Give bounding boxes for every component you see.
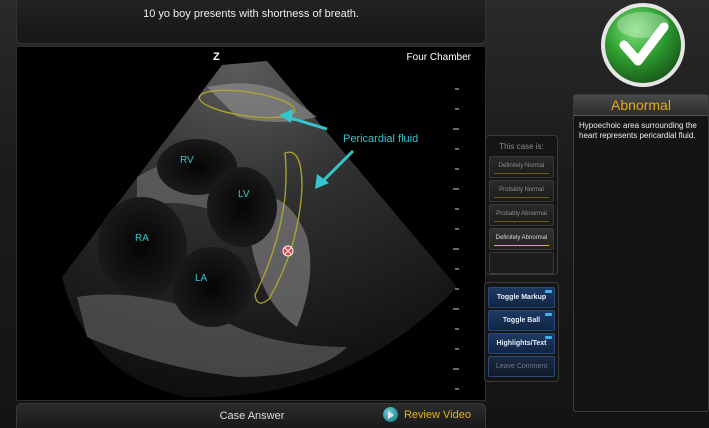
toggle-markup-indicator [545, 290, 552, 293]
toggle-ball-button[interactable]: Toggle Ball [488, 310, 555, 331]
probably-normal-button[interactable]: Probably Normal [489, 180, 554, 202]
echo-viewer[interactable]: Z Four Chamber RV LV RA LA Pericardial f… [16, 46, 486, 401]
toggle-ball-label: Toggle Ball [502, 317, 541, 324]
correct-check-icon [601, 3, 685, 87]
echo-image [62, 61, 459, 398]
callout-pericardial-fluid: Pericardial fluid [343, 133, 419, 145]
result-header: Abnormal [574, 95, 708, 116]
view-label: Four Chamber [406, 52, 471, 63]
case-prompt-bar: 10 yo boy presents with shortness of bre… [16, 0, 486, 44]
toggle-ball-indicator [545, 313, 552, 316]
probably-abnormal-label: Probably Abnormal [496, 211, 547, 217]
probably-normal-label: Probably Normal [499, 187, 544, 193]
tools-panel: Toggle Markup Toggle Ball Highlights/Tex… [484, 282, 559, 382]
play-icon [382, 407, 398, 422]
label-la: LA [195, 273, 208, 284]
empty-option-button [489, 252, 554, 274]
definitely-abnormal-button[interactable]: Definitely Abnormal [489, 228, 554, 250]
case-answer-bar: Case Answer Review Video [16, 403, 486, 428]
case-rating-title: This case is: [499, 142, 544, 151]
definitely-normal-label: Definitely Normal [498, 163, 545, 169]
review-video-label: Review Video [403, 408, 471, 421]
label-lv: LV [238, 189, 250, 200]
leave-comment-label: Leave Comment [495, 363, 548, 370]
label-ra: RA [135, 233, 149, 244]
highlights-text-indicator [545, 336, 552, 339]
result-title: Abnormal [611, 97, 671, 113]
leave-comment-button[interactable]: Leave Comment [488, 356, 555, 377]
toggle-markup-button[interactable]: Toggle Markup [488, 287, 555, 308]
case-prompt: 10 yo boy presents with shortness of bre… [143, 8, 359, 20]
definitely-normal-button[interactable]: Definitely Normal [489, 156, 554, 178]
review-video-button[interactable]: Review Video [382, 407, 471, 422]
definitely-abnormal-label: Definitely Abnormal [495, 235, 548, 241]
probably-abnormal-button[interactable]: Probably Abnormal [489, 204, 554, 226]
highlights-text-button[interactable]: Highlights/Text [488, 333, 555, 354]
case-rating-panel: This case is: Definitely Normal Probably… [485, 135, 558, 275]
label-rv: RV [180, 155, 194, 166]
highlights-text-label: Highlights/Text [496, 340, 547, 347]
orientation-mark: Z [213, 51, 220, 63]
result-explanation: Hypoechoic area surrounding the heart re… [579, 121, 697, 140]
toggle-markup-label: Toggle Markup [496, 294, 547, 301]
result-panel: Abnormal Hypoechoic area surrounding the… [573, 94, 709, 412]
